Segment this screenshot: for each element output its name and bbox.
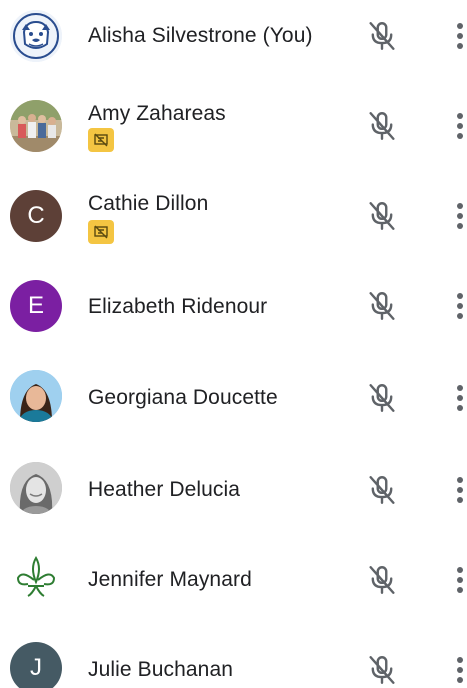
avatar: J bbox=[10, 642, 62, 688]
participant-row[interactable]: Jennifer Maynard bbox=[0, 540, 467, 620]
participant-row[interactable]: Georgiana Doucette bbox=[0, 360, 467, 440]
avatar: C bbox=[10, 190, 62, 242]
mic-off-icon bbox=[364, 198, 400, 234]
avatar-letter: J bbox=[30, 654, 42, 681]
avatar bbox=[10, 370, 62, 422]
mic-off-icon bbox=[364, 18, 400, 54]
participant-name: Georgiana Doucette bbox=[88, 386, 278, 409]
more-options-icon[interactable] bbox=[448, 652, 467, 688]
mic-off-icon bbox=[364, 652, 400, 688]
avatar bbox=[10, 552, 62, 604]
mic-off-icon bbox=[364, 288, 400, 324]
more-options-icon[interactable] bbox=[448, 472, 467, 508]
more-options-icon[interactable] bbox=[448, 198, 467, 234]
participant-name: Heather Delucia bbox=[88, 478, 241, 501]
family-photo-icon bbox=[10, 100, 62, 152]
more-options-icon[interactable] bbox=[448, 108, 467, 144]
avatar bbox=[10, 462, 62, 514]
avatar-letter: E bbox=[27, 292, 44, 319]
presentation-off-icon bbox=[88, 220, 114, 244]
mic-off-icon bbox=[364, 108, 400, 144]
avatar bbox=[10, 100, 62, 152]
presentation-off-icon bbox=[88, 128, 114, 152]
avatar bbox=[10, 10, 62, 62]
avatar-letter: C bbox=[27, 202, 45, 229]
portrait-photo-icon bbox=[10, 370, 62, 422]
participant-name: Cathie Dillon bbox=[88, 192, 209, 215]
more-options-icon[interactable] bbox=[448, 288, 467, 324]
participant-name: Julie Buchanan bbox=[88, 658, 234, 681]
more-options-icon[interactable] bbox=[448, 380, 467, 416]
avatar: E bbox=[10, 280, 62, 332]
participant-row[interactable]: Amy Zahareas bbox=[0, 88, 467, 168]
participant-row[interactable]: E Elizabeth Ridenour bbox=[0, 270, 467, 350]
mic-off-icon bbox=[364, 472, 400, 508]
participant-name: Jennifer Maynard bbox=[88, 568, 252, 591]
participant-row[interactable]: Heather Delucia bbox=[0, 450, 467, 530]
participant-row[interactable]: C Cathie Dillon bbox=[0, 180, 467, 260]
participant-name: Amy Zahareas bbox=[88, 102, 226, 125]
mic-off-icon bbox=[364, 562, 400, 598]
portrait-photo-bw-icon bbox=[10, 462, 62, 514]
fleur-de-lis-icon bbox=[10, 552, 62, 604]
bulldog-logo-icon bbox=[10, 10, 62, 62]
participant-name: Elizabeth Ridenour bbox=[88, 295, 268, 318]
participant-row[interactable]: J Julie Buchanan bbox=[0, 630, 467, 688]
mic-off-icon bbox=[364, 380, 400, 416]
participant-row[interactable]: Alisha Silvestrone (You) bbox=[0, 0, 467, 80]
more-options-icon[interactable] bbox=[448, 18, 467, 54]
more-options-icon[interactable] bbox=[448, 562, 467, 598]
participant-name: Alisha Silvestrone (You) bbox=[88, 24, 313, 47]
